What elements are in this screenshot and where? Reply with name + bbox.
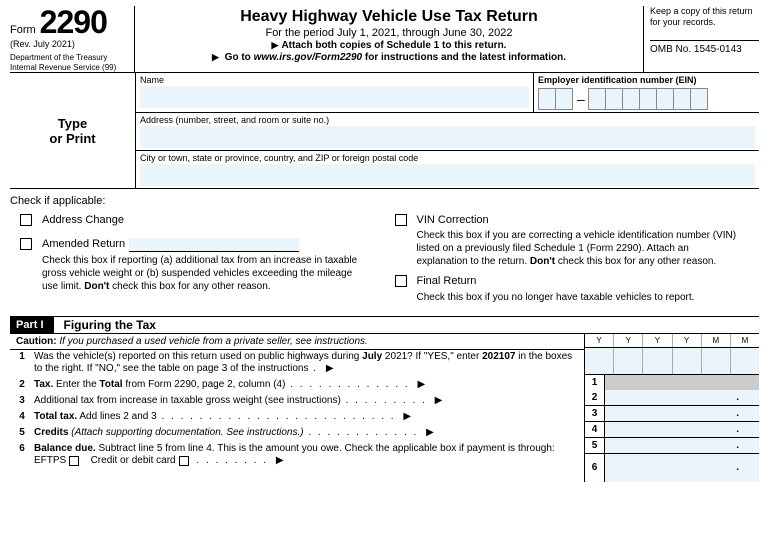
ein-label: Employer identification number (EIN) [538,75,755,85]
department: Department of the Treasury Internal Reve… [10,53,130,72]
goto-post: for instructions and the latest informat… [362,52,566,63]
ein-cell: Employer identification number (EIN) – [534,73,759,112]
line1-box-num: 1 [585,375,605,390]
part1-title: Figuring the Tax [64,318,156,332]
vin-correction-checkbox[interactable] [395,214,407,226]
date-header: Y Y Y Y M M [585,334,759,348]
line1-num: 1 [10,350,34,378]
check-header: Check if applicable: [10,195,759,207]
caution-row: Caution: If you purchased a used vehicle… [10,334,584,350]
form-title: Heavy Highway Vehicle Use Tax Return [141,8,637,26]
arrow-icon: ▶ [403,411,411,422]
goto-url: www.irs.gov/Form2290 [254,52,363,63]
amended-return-label: Amended Return [42,237,365,251]
ein-input[interactable]: – [538,88,755,110]
goto-pre: Go to [225,52,254,63]
address-cell: Address (number, street, and room or sui… [136,113,759,151]
line3-num: 3 [10,394,34,410]
line6-text: Balance due. Subtract line 5 from line 4… [34,442,584,470]
form-period: For the period July 1, 2021, through Jun… [141,27,637,39]
header-center: Heavy Highway Vehicle Use Tax Return For… [135,6,644,72]
keep-copy: Keep a copy of this return for your reco… [650,6,759,28]
caution-label: Caution: [16,336,57,347]
header-left: Form 2290 (Rev. July 2021) Department of… [10,6,135,72]
line6-amount[interactable] [605,454,759,482]
part1-bar: Part I Figuring the Tax [10,316,759,334]
amended-return-checkbox[interactable] [20,238,32,250]
address-label: Address (number, street, and room or sui… [140,115,755,125]
arrow-icon: ▶ [426,427,434,438]
name-label: Name [140,75,529,85]
arrow-icon: ▶ [326,363,334,374]
arrow-icon: ▶ [417,379,425,390]
line4-amount[interactable] [605,422,759,437]
arrow-icon: ▶ [435,395,443,406]
credit-card-checkbox[interactable] [179,456,189,466]
form-word: Form [10,24,36,36]
city-cell: City or town, state or province, country… [136,151,759,188]
line2-amount[interactable] [605,390,759,405]
line6-num: 6 [10,442,34,470]
final-desc: Check this box if you no longer have tax… [417,291,695,304]
address-change-checkbox[interactable] [20,214,32,226]
line4-num: 4 [10,410,34,426]
amended-date-input[interactable] [129,238,299,252]
amended-desc: Check this box if reporting (a) addition… [42,254,365,293]
taxpayer-info: Type or Print Name Employer identificati… [10,73,759,189]
goto-line: Go to www.irs.gov/Form2290 for instructi… [141,52,637,63]
attach-line: Attach both copies of Schedule 1 to this… [141,40,637,51]
line5-box-num: 5 [585,438,605,453]
caution-text: If you purchased a used vehicle from a p… [57,336,368,347]
line1-date-input[interactable] [585,348,759,374]
eftps-checkbox[interactable] [69,456,79,466]
line2-text: Tax. Enter the Total from Form 2290, pag… [34,378,584,394]
revision: (Rev. July 2021) [10,39,130,49]
final-return-label: Final Return [417,274,695,288]
vin-correction-label: VIN Correction [417,213,740,227]
arrow-icon: ▶ [276,455,284,466]
address-input[interactable] [140,126,755,148]
header-right: Keep a copy of this return for your reco… [644,6,759,72]
city-label: City or town, state or province, country… [140,153,755,163]
part1-lines: Caution: If you purchased a used vehicle… [10,334,759,482]
line3-box-num: 3 [585,406,605,421]
line6-box-num: 6 [585,454,605,482]
line4-box-num: 4 [585,422,605,437]
city-input[interactable] [140,164,755,186]
address-change-label: Address Change [42,213,124,227]
checkboxes-section: Check if applicable: Address Change Amen… [10,189,759,316]
line3-amount[interactable] [605,406,759,421]
line4-text: Total tax. Add lines 2 and 3 . . . . . .… [34,410,584,426]
form-header: Form 2290 (Rev. July 2021) Department of… [10,6,759,73]
line2-num: 2 [10,378,34,394]
line1-gray [605,375,759,390]
type-or-print-label: Type or Print [10,73,135,188]
form-number: 2290 [40,6,107,38]
omb-number: OMB No. 1545-0143 [650,40,759,55]
line2-box-num: 2 [585,390,605,405]
line1-text: Was the vehicle(s) reported on this retu… [34,350,584,378]
name-input[interactable] [140,86,529,108]
line5-amount[interactable] [605,438,759,453]
final-return-checkbox[interactable] [395,275,407,287]
line5-text: Credits (Attach supporting documentation… [34,426,584,442]
line3-text: Additional tax from increase in taxable … [34,394,584,410]
part1-tag: Part I [10,317,54,333]
vin-desc: Check this box if you are correcting a v… [417,229,740,268]
line5-num: 5 [10,426,34,442]
name-cell: Name [136,73,534,112]
